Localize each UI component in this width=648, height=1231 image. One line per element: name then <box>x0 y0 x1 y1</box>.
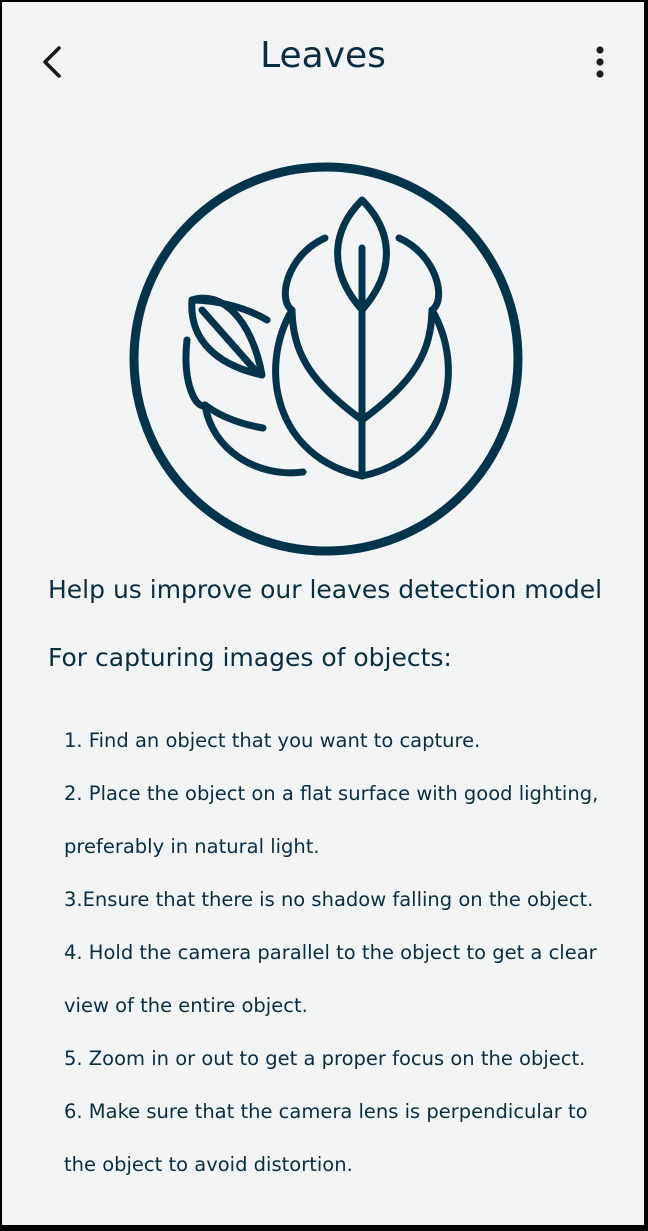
page-title: Leaves <box>260 35 386 76</box>
instruction-line: view of the entire object. <box>64 994 308 1017</box>
instruction-line: 1. Find an object that you want to captu… <box>64 729 481 752</box>
instruction-line: 6. Make sure that the camera lens is per… <box>64 1100 588 1123</box>
instructions-heading: For capturing images of objects: <box>48 643 452 672</box>
leaves-illustration <box>129 162 523 556</box>
instructions-list: 1. Find an object that you want to captu… <box>64 714 636 1191</box>
instruction-line: preferably in natural light. <box>64 835 320 858</box>
more-vertical-icon <box>596 46 604 78</box>
more-options-button[interactable] <box>580 40 620 84</box>
headline-text: Help us improve our leaves detection mod… <box>48 575 603 604</box>
instruction-line: the object to avoid distortion. <box>64 1153 353 1176</box>
instruction-line: 3.Ensure that there is no shadow falling… <box>64 888 594 911</box>
instruction-line: 5. Zoom in or out to get a proper focus … <box>64 1047 586 1070</box>
leaves-icon <box>129 162 523 556</box>
instruction-line: 2. Place the object on a flat surface wi… <box>64 782 599 805</box>
instruction-line: 4. Hold the camera parallel to the objec… <box>64 941 597 964</box>
capture-instructions-screen: Leaves Help us improve our leaves detect… <box>2 2 644 1225</box>
